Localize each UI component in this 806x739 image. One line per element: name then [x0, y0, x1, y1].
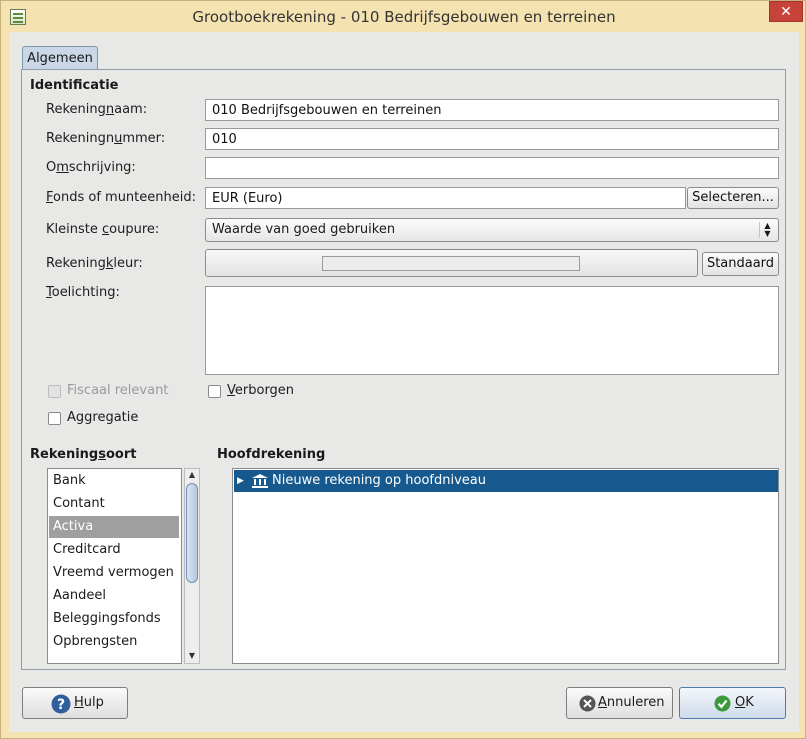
bank-icon	[252, 474, 268, 488]
list-item[interactable]: Aandeel	[49, 585, 179, 607]
ok-button[interactable]: OK	[679, 687, 786, 719]
verborgen-checkbox[interactable]	[208, 385, 221, 398]
list-item[interactable]: Creditcard	[49, 539, 179, 561]
label-verborgen: Verborgen	[227, 383, 295, 398]
label-kleinste-coupure: Kleinste coupure:	[46, 222, 160, 237]
tab-panel-algemeen: Identificatie Rekeningnaam: Rekeningnumm…	[21, 69, 786, 670]
account-color-button[interactable]	[205, 249, 698, 277]
scroll-up-icon[interactable]: ▲	[185, 469, 199, 481]
label-fonds: Fonds of munteenheid:	[46, 190, 196, 205]
checkmark-icon	[714, 695, 731, 712]
scroll-thumb[interactable]	[186, 483, 198, 583]
rekeningnaam-input[interactable]	[205, 99, 779, 121]
select-currency-button[interactable]: Selecteren...	[687, 187, 779, 209]
omschrijving-input[interactable]	[205, 157, 779, 179]
cancel-icon	[579, 695, 596, 712]
section-title-hoofdrekening: Hoofdrekening	[217, 447, 326, 462]
section-title-rekeningsoort: Rekeningsoort	[30, 447, 137, 462]
label-aggregatie: Aggregatie	[67, 410, 139, 425]
label-omschrijving: Omschrijving:	[46, 160, 136, 175]
dialog-body: Algemeen Identificatie Rekeningnaam: Rek…	[9, 32, 799, 732]
color-swatch	[322, 256, 580, 271]
parent-account-tree[interactable]: ▶ Nieuwe rekening op hoofdniveau	[232, 468, 779, 664]
list-item[interactable]: Opbrengsten	[49, 631, 179, 653]
tree-row-label: Nieuwe rekening op hoofdniveau	[272, 473, 486, 488]
help-label: Hulp	[74, 695, 104, 710]
close-icon: ✕	[780, 4, 792, 20]
smallest-unit-select[interactable]: Waarde van goed gebruiken ▲ ▼	[205, 218, 779, 242]
list-item[interactable]: Beleggingsfonds	[49, 608, 179, 630]
cancel-button[interactable]: Annuleren	[566, 687, 673, 719]
svg-text:?: ?	[57, 697, 65, 713]
rekeningnummer-input[interactable]	[205, 128, 779, 150]
smallest-unit-value: Waarde van goed gebruiken	[212, 222, 396, 237]
label-rekeningnummer: Rekeningnummer:	[46, 131, 166, 146]
window-title: Grootboekrekening - 010 Bedrijfsgebouwen…	[192, 8, 616, 26]
help-button[interactable]: ? Hulp	[22, 687, 128, 719]
scroll-down-icon[interactable]: ▼	[185, 650, 199, 662]
notes-textarea[interactable]	[205, 286, 779, 375]
aggregatie-checkbox[interactable]	[48, 412, 61, 425]
account-type-list[interactable]: Bank Contant Activa Creditcard Vreemd ve…	[47, 468, 182, 664]
expander-icon[interactable]: ▶	[237, 470, 244, 492]
label-rekeningnaam: Rekeningnaam:	[46, 102, 148, 117]
label-toelichting: Toelichting:	[46, 285, 120, 300]
list-item[interactable]: Vreemd vermogen	[49, 562, 179, 584]
ok-label: OK	[735, 695, 754, 710]
dialog-window: Grootboekrekening - 010 Bedrijfsgebouwen…	[0, 0, 806, 739]
default-color-button[interactable]: Standaard	[702, 252, 779, 276]
title-bar[interactable]: Grootboekrekening - 010 Bedrijfsgebouwen…	[1, 1, 805, 32]
label-fiscaal-relevant: Fiscaal relevant	[67, 383, 169, 398]
label-rekeningkleur: Rekeningkleur:	[46, 256, 143, 271]
tree-row-top-level[interactable]: ▶ Nieuwe rekening op hoofdniveau	[234, 470, 778, 492]
currency-input[interactable]	[205, 187, 686, 209]
section-title-identificatie: Identificatie	[30, 78, 119, 93]
tab-algemeen[interactable]: Algemeen	[22, 46, 98, 70]
updown-arrows-icon: ▲ ▼	[759, 222, 775, 238]
account-type-scrollbar[interactable]: ▲ ▼	[184, 468, 200, 664]
fiscaal-relevant-checkbox[interactable]	[48, 385, 61, 398]
list-item[interactable]: Contant	[49, 493, 179, 515]
list-item-selected[interactable]: Activa	[49, 516, 179, 538]
close-button[interactable]: ✕	[769, 1, 803, 22]
cancel-label: Annuleren	[598, 695, 665, 710]
list-item[interactable]: Bank	[49, 470, 179, 492]
help-icon: ?	[51, 694, 71, 714]
